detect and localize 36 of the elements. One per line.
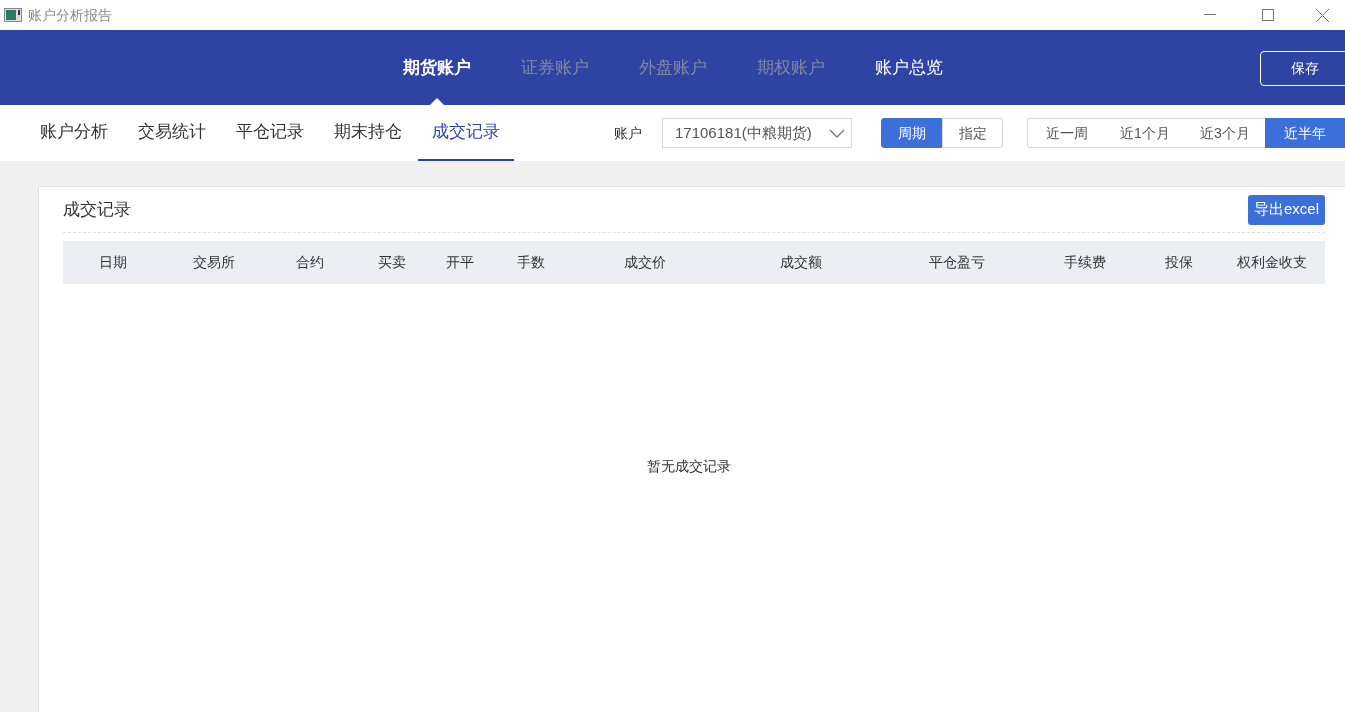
- report-tab[interactable]: 成交记录: [418, 105, 514, 161]
- column-header: 买卖: [378, 253, 406, 272]
- account-tab[interactable]: 账户总览: [874, 30, 943, 105]
- report-tab[interactable]: 交易统计: [124, 105, 220, 161]
- report-tab[interactable]: 账户分析: [26, 105, 122, 161]
- column-header: 合约: [296, 253, 324, 272]
- column-header: 平仓盈亏: [929, 253, 985, 272]
- app-icon: [4, 8, 22, 22]
- panel-title: 成交记录: [63, 198, 131, 221]
- range-option[interactable]: 近1个月: [1105, 118, 1185, 148]
- range-option[interactable]: 近半年: [1265, 118, 1345, 148]
- column-header: 成交额: [780, 253, 822, 272]
- minimize-icon[interactable]: [1204, 14, 1216, 16]
- column-header: 开平: [445, 253, 474, 272]
- account-label: 账户: [614, 123, 642, 143]
- save-button[interactable]: 保存: [1260, 51, 1345, 86]
- period-mode-toggle[interactable]: 周期: [881, 118, 942, 148]
- column-header: 交易所: [192, 253, 235, 272]
- export-button[interactable]: 导出excel: [1247, 194, 1325, 225]
- range-option[interactable]: 近3个月: [1185, 118, 1265, 148]
- account-dropdown[interactable]: 17106181(中粮期货): [662, 118, 852, 148]
- range-option[interactable]: 近一周: [1027, 118, 1105, 148]
- period-mode-toggle[interactable]: 指定: [942, 118, 1003, 148]
- column-header: 日期: [99, 253, 127, 272]
- report-tab[interactable]: 平仓记录: [222, 105, 318, 161]
- column-header: 权利金收支: [1237, 253, 1307, 272]
- empty-message: 暂无成交记录: [647, 456, 731, 476]
- column-header: 投保: [1165, 253, 1193, 272]
- maximize-icon[interactable]: [1262, 9, 1274, 21]
- column-header: 手数: [516, 253, 545, 272]
- close-icon[interactable]: [1316, 8, 1329, 22]
- column-header: 手续费: [1064, 253, 1106, 272]
- window-title: 账户分析报告: [28, 5, 112, 25]
- column-header: 成交价: [623, 253, 666, 272]
- report-tab[interactable]: 期末持仓: [320, 105, 416, 161]
- chevron-down-icon: [829, 128, 845, 138]
